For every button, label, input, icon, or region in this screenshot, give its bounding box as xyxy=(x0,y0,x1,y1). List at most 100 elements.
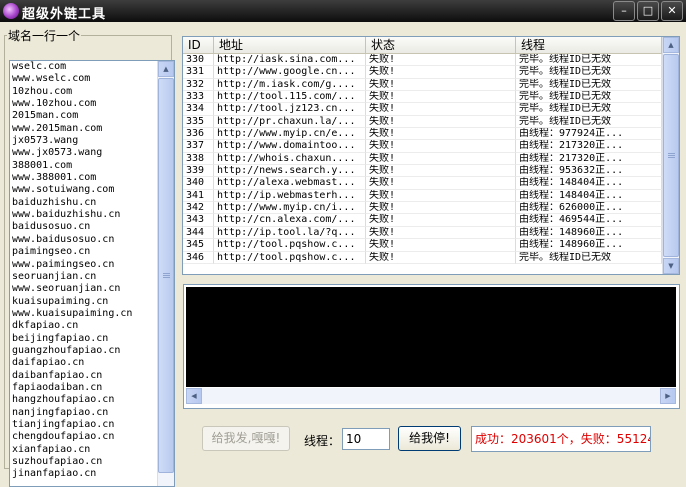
scroll-thumb[interactable] xyxy=(158,78,174,473)
results-grid[interactable]: ID 地址 状态 线程 330 http://iask.sina.com... 失败… xyxy=(182,36,680,275)
table-row[interactable]: 341 http://ip.webmasterh... 失败! 由线程：148404正… xyxy=(183,189,662,203)
minimize-button[interactable]: – xyxy=(613,1,635,21)
domain-line: dkfapiao.cn xyxy=(12,320,79,332)
row-id: 335 xyxy=(183,115,214,129)
row-address: http://tool.pqshow.c... xyxy=(214,239,366,252)
table-row[interactable]: 345 http://tool.pqshow.c... 失败! 由线程：148960正… xyxy=(183,239,662,252)
row-id: 342 xyxy=(183,202,214,215)
table-row[interactable]: 342 http://www.myip.cn/i... 失败! 由线程：626000正… xyxy=(183,202,662,215)
domain-line: kuaisupaiming.cn xyxy=(12,295,109,307)
row-status: 失败! xyxy=(366,128,516,141)
row-id: 346 xyxy=(183,251,214,264)
table-row[interactable]: 335 http://pr.chaxun.la/... 失败! 完毕。线程ID已无效 xyxy=(183,115,662,129)
row-address: http://cn.alexa.com/... xyxy=(214,214,366,227)
start-button[interactable]: 给我发,嘎嘎! xyxy=(202,426,290,451)
domain-line: suzhoufapiao.cn xyxy=(12,456,103,467)
column-header-address[interactable]: 地址 xyxy=(214,37,366,53)
row-thread: 由线程：148960正... xyxy=(516,226,662,240)
domain-line: www.jx0573.wang xyxy=(12,147,103,159)
row-address: http://pr.chaxun.la/... xyxy=(214,115,366,129)
table-row[interactable]: 346 http://tool.pqshow.c... 失败! 完毕。线程ID已无效 xyxy=(183,251,662,264)
title-bar: 超级外链工具 – □ ✕ xyxy=(0,0,686,22)
maximize-button[interactable]: □ xyxy=(637,1,659,21)
domain-line: jx0573.wang xyxy=(12,135,79,147)
domain-line: baidusosuo.cn xyxy=(12,221,91,233)
row-thread: 由线程：469544正... xyxy=(516,214,662,227)
grid-scrollbar[interactable]: ▲ ▼ xyxy=(662,37,679,274)
table-row[interactable]: 339 http://news.search.y... 失败! 由线程：953632正… xyxy=(183,165,662,178)
domain-line: seoruanjian.cn xyxy=(12,270,97,282)
row-status: 失败! xyxy=(366,54,516,67)
row-address: http://www.domaintoo... xyxy=(214,140,366,153)
close-button[interactable]: ✕ xyxy=(661,1,683,21)
row-status: 失败! xyxy=(366,251,516,264)
row-thread: 完毕。线程ID已无效 xyxy=(516,54,662,67)
row-address: http://iask.sina.com... xyxy=(214,54,366,67)
table-row[interactable]: 332 http://m.iask.com/g.... 失败! 完毕。线程ID已无效 xyxy=(183,78,662,92)
row-thread: 由线程：148404正... xyxy=(516,177,662,190)
column-header-thread[interactable]: 线程 xyxy=(516,37,662,53)
domain-line: 388001.com xyxy=(12,159,73,171)
row-id: 337 xyxy=(183,140,214,153)
table-row[interactable]: 340 http://alexa.webmast... 失败! 由线程：148404正… xyxy=(183,177,662,190)
table-row[interactable]: 334 http://tool.jz123.cn... 失败! 完毕。线程ID已无效 xyxy=(183,103,662,116)
domain-line: fapiaodaiban.cn xyxy=(12,381,103,393)
log-area[interactable]: ◀ ▶ xyxy=(183,284,680,409)
domain-line: wselc.com xyxy=(12,61,67,72)
scroll-up-icon[interactable]: ▲ xyxy=(663,37,679,53)
row-status: 失败! xyxy=(366,78,516,92)
row-id: 338 xyxy=(183,152,214,166)
domain-line: www.10zhou.com xyxy=(12,98,97,110)
row-thread: 完毕。线程ID已无效 xyxy=(516,91,662,104)
domain-group-legend: 域名一行一个 xyxy=(8,29,81,43)
table-row[interactable]: 337 http://www.domaintoo... 失败! 由线程：217320正… xyxy=(183,140,662,153)
scroll-up-icon[interactable]: ▲ xyxy=(158,61,174,77)
row-id: 333 xyxy=(183,91,214,104)
column-header-status[interactable]: 状态 xyxy=(366,37,516,53)
scroll-down-icon[interactable]: ▼ xyxy=(663,258,679,274)
row-id: 332 xyxy=(183,78,214,92)
domain-line: guangzhoufapiao.cn xyxy=(12,344,121,356)
scroll-right-icon[interactable]: ▶ xyxy=(660,388,676,404)
row-thread: 由线程：626000正... xyxy=(516,202,662,215)
row-id: 344 xyxy=(183,226,214,240)
thread-label: 线程： xyxy=(304,434,341,448)
row-thread: 完毕。线程ID已无效 xyxy=(516,78,662,92)
domain-textarea[interactable]: wselc.com www.wselc.com 10zhou.com www.10zh… xyxy=(9,60,175,487)
row-status: 失败! xyxy=(366,115,516,129)
table-row[interactable]: 343 http://cn.alexa.com/... 失败! 由线程：469544正… xyxy=(183,214,662,227)
table-row[interactable]: 331 http://www.google.cn... 失败! 完毕。线程ID已无效 xyxy=(183,66,662,79)
table-row[interactable]: 336 http://www.myip.cn/e... 失败! 由线程：977924正… xyxy=(183,128,662,141)
domain-line: www.wselc.com xyxy=(12,73,91,85)
table-row[interactable]: 330 http://iask.sina.com... 失败! 完毕。线程ID已无效 xyxy=(183,54,662,67)
column-header-id[interactable]: ID xyxy=(183,37,214,53)
domain-line: www.2015man.com xyxy=(12,122,103,134)
row-status: 失败! xyxy=(366,140,516,153)
domain-line: tianjingfapiao.cn xyxy=(12,418,115,430)
domain-scrollbar[interactable]: ▲ xyxy=(157,61,174,486)
row-status: 失败! xyxy=(366,177,516,190)
log-output xyxy=(186,287,676,387)
row-id: 330 xyxy=(183,54,214,67)
domain-line: www.baidusosuo.cn xyxy=(12,233,115,245)
row-id: 339 xyxy=(183,165,214,178)
row-status: 失败! xyxy=(366,165,516,178)
scroll-left-icon[interactable]: ◀ xyxy=(186,388,202,404)
thread-count-input[interactable]: 10 xyxy=(342,428,390,450)
log-horizontal-scrollbar[interactable]: ◀ ▶ xyxy=(186,388,676,404)
row-status: 失败! xyxy=(366,91,516,104)
row-address: http://tool.jz123.cn... xyxy=(214,103,366,116)
table-row[interactable]: 333 http://tool.115.com/... 失败! 完毕。线程ID已无效 xyxy=(183,91,662,104)
window-title: 超级外链工具 xyxy=(22,7,107,22)
app-icon xyxy=(3,3,19,19)
scroll-thumb[interactable] xyxy=(663,54,679,257)
row-thread: 由线程：148404正... xyxy=(516,189,662,203)
table-row[interactable]: 344 http://ip.tool.la/?q... 失败! 由线程：148960正… xyxy=(183,226,662,240)
row-id: 345 xyxy=(183,239,214,252)
row-address: http://www.myip.cn/e... xyxy=(214,128,366,141)
table-row[interactable]: 338 http://whois.chaxun.... 失败! 由线程：217320正… xyxy=(183,152,662,166)
row-thread: 由线程：217320正... xyxy=(516,152,662,166)
row-id: 343 xyxy=(183,214,214,227)
stop-button[interactable]: 给我停! xyxy=(398,426,461,451)
domain-line: www.seoruanjian.cn xyxy=(12,283,121,295)
